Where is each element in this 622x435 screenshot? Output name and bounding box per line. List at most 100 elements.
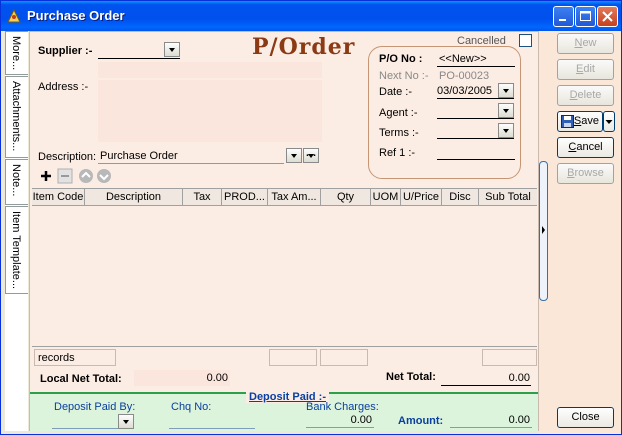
local-net-total-value: 0.00 [206, 372, 228, 384]
save-button[interactable]: Save [557, 111, 603, 132]
column-unit-price[interactable]: U/Price [401, 189, 442, 206]
save-options-button[interactable] [603, 111, 615, 132]
local-net-total-label: Local Net Total: [40, 373, 122, 385]
description-value: Purchase Order [100, 150, 178, 162]
bank-charges-value: 0.00 [350, 414, 372, 426]
column-disc[interactable]: Disc [442, 189, 479, 206]
form-heading: P/Order [252, 34, 356, 60]
address-label: Address :- [38, 81, 89, 93]
maximize-icon [580, 11, 591, 21]
agent-label: Agent :- [379, 107, 418, 119]
deposit-panel: Deposit Paid :- Deposit Paid By: Chq No:… [30, 391, 538, 431]
window-title: Purchase Order [27, 8, 125, 23]
close-button[interactable]: Close [557, 407, 614, 428]
sub-total-cell [482, 349, 537, 366]
new-button[interactable]: New [557, 33, 614, 54]
net-total-value: 0.00 [508, 372, 530, 384]
description-field[interactable]: Purchase Order [98, 148, 284, 164]
ref1-label: Ref 1 :- [379, 147, 416, 159]
supplier-name-field[interactable] [98, 62, 322, 78]
tab-attachments-label: Attachments... [10, 81, 22, 152]
browse-label: rowse [574, 167, 604, 179]
new-label: ew [582, 37, 597, 49]
tax-total-cell [269, 349, 317, 366]
grid-header: Item Code Description Tax PROD... Tax Am… [32, 188, 537, 206]
delete-label: elete [577, 89, 602, 101]
amount-field[interactable]: 0.00 [450, 413, 532, 428]
po-no-field[interactable]: <<New>> [437, 52, 515, 67]
tab-more[interactable]: More... [5, 31, 28, 75]
local-net-total-field: 0.00 [134, 370, 230, 386]
column-prod[interactable]: PROD... [222, 189, 268, 206]
panel-splitter[interactable] [539, 161, 548, 301]
net-total-field: 0.00 [441, 369, 531, 386]
cancelled-checkbox[interactable] [519, 34, 532, 47]
supplier-dropdown-button[interactable] [164, 42, 180, 57]
move-down-icon[interactable] [96, 168, 112, 184]
edit-label: dit [583, 63, 595, 75]
qty-total-cell [320, 349, 368, 366]
tab-item-template-label: Item Template... [10, 211, 22, 290]
title-bar[interactable]: Purchase Order [1, 1, 621, 31]
address-field[interactable] [98, 80, 322, 142]
minimize-button[interactable] [553, 6, 574, 27]
browse-button[interactable]: Browse [557, 163, 614, 184]
more-icon: … [305, 147, 317, 159]
side-tabs: More... Attachments... Note... Item Temp… [5, 31, 28, 431]
description-dropdown-button[interactable] [286, 148, 302, 163]
deposit-paid-by-dropdown-button[interactable] [118, 414, 134, 429]
order-form: Supplier :- P/Order Address :- Descripti… [29, 31, 539, 431]
po-no-label: P/O No : [379, 53, 423, 65]
bank-charges-label: Bank Charges: [306, 401, 379, 413]
column-tax-amount[interactable]: Tax Am... [268, 189, 321, 206]
tab-more-label: More... [10, 36, 22, 71]
terms-dropdown-button[interactable] [498, 123, 514, 138]
description-more-button[interactable]: … [303, 148, 319, 163]
delete-button[interactable]: Delete [557, 85, 614, 106]
ref1-field[interactable] [437, 144, 515, 160]
save-label: ave [581, 115, 599, 127]
grid-footer: records [32, 346, 537, 366]
description-label: Description: [38, 151, 97, 163]
next-no-value: PO-00023 [439, 70, 490, 82]
terms-label: Terms :- [379, 127, 419, 139]
po-no-value: <<New>> [439, 53, 487, 65]
tab-attachments[interactable]: Attachments... [5, 76, 28, 158]
splitter-arrow-icon [542, 226, 545, 234]
column-description[interactable]: Description [85, 189, 183, 206]
minimize-icon [559, 19, 566, 21]
records-cell: records [34, 349, 116, 366]
add-row-icon[interactable] [38, 168, 54, 184]
close-window-button[interactable] [597, 6, 618, 27]
delete-shortcut: D [569, 89, 578, 101]
tab-note[interactable]: Note... [5, 159, 28, 205]
purchase-order-window: Purchase Order More... Attachments... No… [0, 0, 622, 435]
remove-row-icon[interactable] [57, 168, 73, 184]
cancel-button[interactable]: Cancel [557, 137, 614, 158]
tab-note-label: Note... [10, 164, 22, 197]
browse-shortcut: B [567, 167, 575, 179]
cancel-label: ancel [576, 141, 603, 153]
chq-no-label: Chq No: [171, 401, 212, 413]
date-dropdown-button[interactable] [498, 83, 514, 98]
column-sub-total[interactable]: Sub Total [479, 189, 537, 206]
save-icon [561, 115, 574, 128]
records-label: records [38, 352, 75, 364]
deposit-paid-by-label: Deposit Paid By: [54, 401, 136, 413]
app-icon [7, 8, 21, 23]
po-info-box: P/O No : <<New>> Next No :- PO-00023 Dat… [368, 46, 521, 179]
column-uom[interactable]: UOM [371, 189, 401, 206]
agent-dropdown-button[interactable] [498, 103, 514, 118]
date-value: 03/03/2005 [437, 85, 493, 97]
maximize-button[interactable] [575, 6, 596, 27]
chq-no-field[interactable] [169, 414, 255, 429]
supplier-label: Supplier :- [38, 45, 93, 57]
bank-charges-field[interactable]: 0.00 [306, 413, 374, 428]
edit-button[interactable]: Edit [557, 59, 614, 80]
column-qty[interactable]: Qty [321, 189, 371, 206]
grid-body[interactable] [32, 206, 537, 346]
column-item-code[interactable]: Item Code [32, 189, 85, 206]
column-tax[interactable]: Tax [183, 189, 222, 206]
move-up-icon[interactable] [78, 168, 94, 184]
tab-item-template[interactable]: Item Template... [5, 206, 28, 294]
